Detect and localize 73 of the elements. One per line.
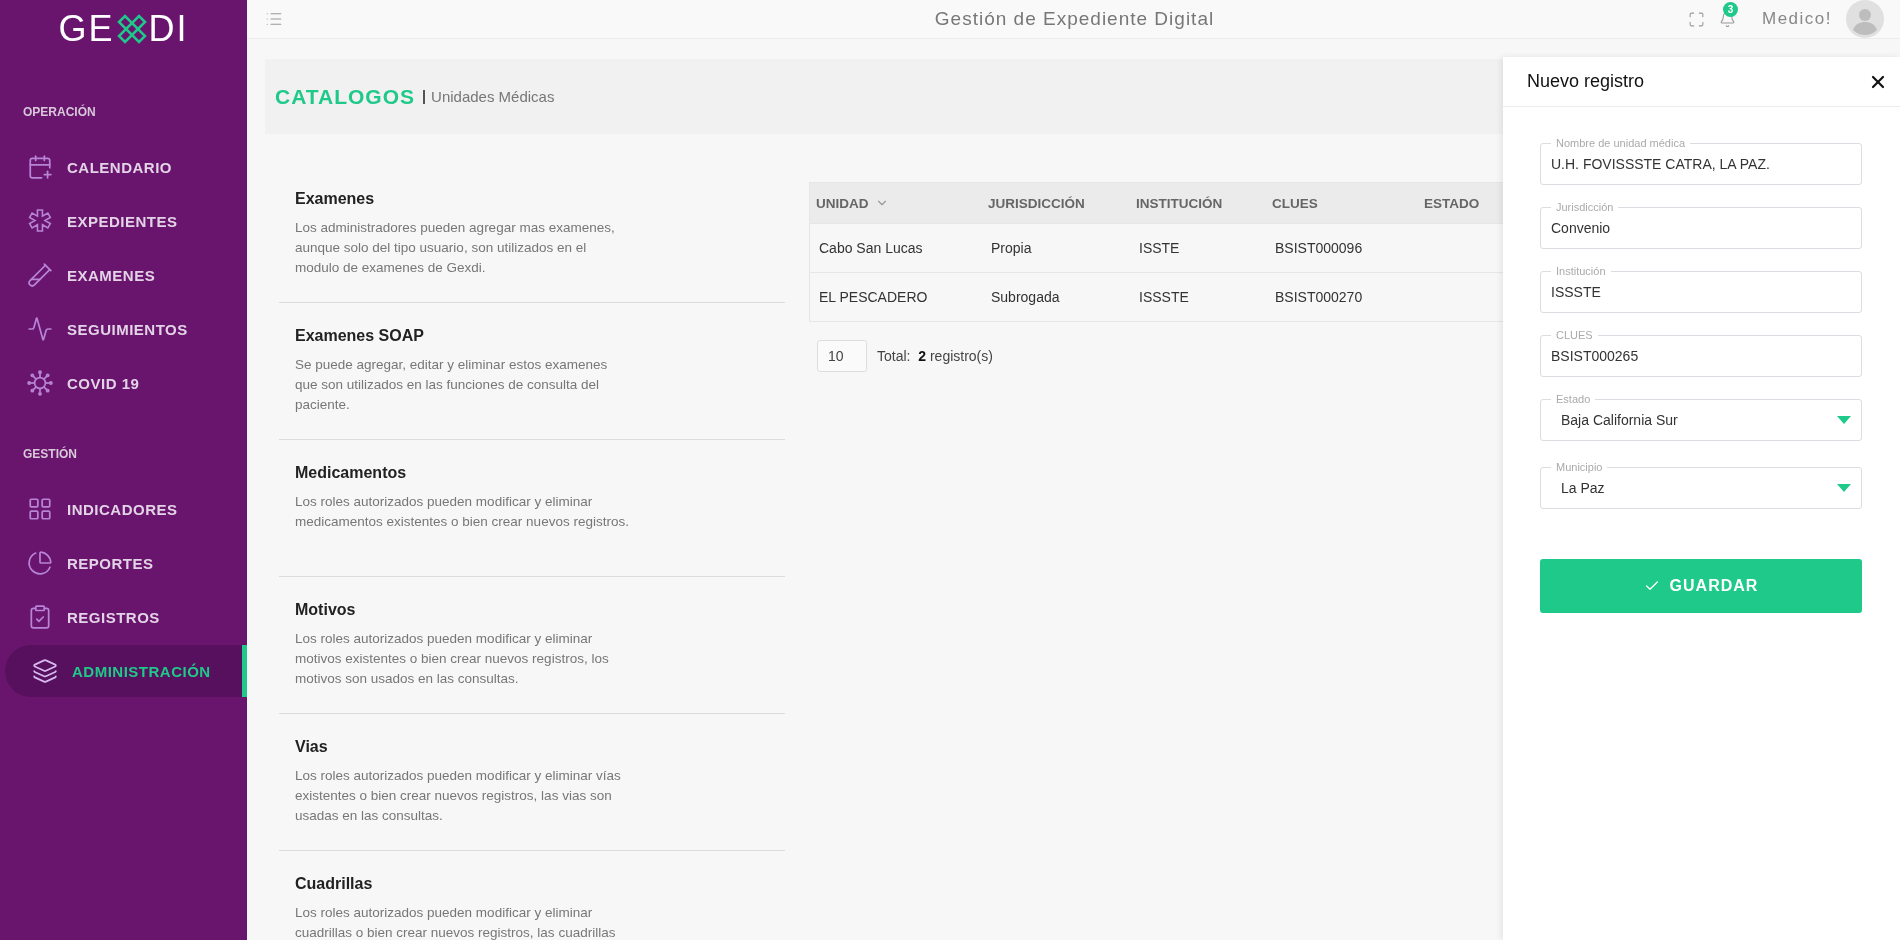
section-title: GESTIÓN: [22, 447, 78, 461]
column-header[interactable]: JURISDICCIÓN: [982, 195, 1130, 211]
dropdown-caret-icon: [1837, 484, 1851, 492]
app-title: Gestión de Expediente Digital: [934, 8, 1215, 30]
column-header[interactable]: CLUES: [1266, 195, 1418, 211]
sidebar-item-label: REGISTROS: [67, 608, 160, 626]
sidebar-item-label: ADMINISTRACIÓN: [72, 662, 211, 680]
catalog-item[interactable]: Medicamentos Los roles autorizados pueden modificar y eliminar medicamentos existentes o bien crear nuevos registros.: [279, 440, 785, 577]
table-cell-text: Propia: [990, 240, 1033, 256]
sidebar-item[interactable]: EXPEDIENTES: [5, 195, 247, 247]
catalog-name: Vias: [295, 738, 329, 756]
table-cell-text: Subrogada: [990, 289, 1061, 305]
catalog-name: Examenes: [295, 190, 376, 208]
sidebar-item-label: COVID 19: [67, 374, 140, 392]
table-cell-text: BSIST000270: [1274, 289, 1364, 305]
sidebar-item[interactable]: REPORTES: [5, 537, 247, 589]
catalog-name: Motivos: [295, 601, 357, 619]
virus-icon: [27, 370, 53, 396]
sidebar-item[interactable]: CALENDARIO: [5, 141, 247, 193]
asterisk-icon: [27, 208, 53, 234]
catalog-item[interactable]: Vias Los roles autorizados pueden modificar y eliminar vías existentes o bien crear nuevos registros, las vias son usadas en las consultas.: [279, 714, 785, 851]
layers-icon: [32, 658, 58, 684]
catalog-description: Los roles autorizados pueden modificar y eliminar vías existentes o bien crear nuevos registros, las vias son usadas en las consultas.: [295, 767, 622, 825]
pulse-icon: [27, 316, 53, 342]
catalog-description: Los administradores pueden agregar mas examenes, aunque solo del tipo usuario, son utilizados en el modulo de examenes de Gexdi.: [295, 219, 616, 277]
section-title: OPERACIÓN: [22, 105, 97, 119]
catalog-description: Se puede agregar, editar y eliminar estos examenes que son utilizados en las funciones de consulta del paciente.: [295, 356, 609, 414]
panel-title: Nuevo registro: [1527, 71, 1645, 92]
page-subtitle: Unidades Médicas: [423, 89, 555, 104]
clipboard-icon: [27, 604, 53, 630]
page-title: CATALOGOS: [275, 84, 416, 109]
sidebar-item[interactable]: COVID 19: [5, 357, 247, 409]
sidebar-item-label: REPORTES: [67, 554, 154, 572]
catalog-name: Medicamentos: [295, 464, 408, 482]
total-count: Total: 2 registro(s): [877, 348, 993, 364]
catalog-description: Los roles autorizados pueden modificar y eliminar medicamentos existentes o bien crear nuevos registros.: [295, 493, 630, 531]
catalog-item[interactable]: Motivos Los roles autorizados pueden modificar y eliminar motivos existentes o bien crear nuevos registros, los motivos son usados en las consultas.: [279, 577, 785, 714]
sidebar-item[interactable]: ADMINISTRACIÓN: [5, 645, 247, 697]
column-header[interactable]: INSTITUCIÓN: [1130, 195, 1266, 211]
catalog-item[interactable]: Examenes Los administradores pueden agregar mas examenes, aunque solo del tipo usuario, son utilizados en el modulo de examenes de Gexdi.: [279, 166, 785, 303]
catalog-description: Los roles autorizados pueden modificar y eliminar cuadrillas o bien crear nuevos registros, las cuadrillas: [295, 904, 617, 940]
calendar-icon: [27, 154, 53, 180]
catalog-description: Los roles autorizados pueden modificar y eliminar motivos existentes o bien crear nuevos registros, los motivos son usados en las consultas.: [295, 630, 610, 688]
pie-chart-icon: [27, 550, 53, 576]
sidebar-item[interactable]: SEGUIMIENTOS: [5, 303, 247, 355]
dropdown-caret-icon: [1837, 416, 1851, 424]
sidebar-item-label: CALENDARIO: [67, 158, 172, 176]
page-size-field[interactable]: 10: [817, 340, 867, 372]
sidebar-item-label: SEGUIMIENTOS: [67, 320, 188, 338]
catalog-item[interactable]: Cuadrillas Los roles autorizados pueden modificar y eliminar cuadrillas o bien crear nuevos registros, las cuadrillas: [279, 851, 785, 940]
catalog-item[interactable]: Examenes SOAP Se puede agregar, editar y eliminar estos examenes que son utilizados en las funciones de consulta del paciente.: [279, 303, 785, 440]
fullscreen-icon[interactable]: [1688, 10, 1705, 28]
catalog-name: Cuadrillas: [295, 875, 374, 893]
catalog-name: Examenes SOAP: [295, 327, 425, 345]
menu-icon[interactable]: [265, 10, 283, 28]
table-cell-text: ISSTE: [1138, 240, 1181, 256]
sidebar-item[interactable]: REGISTROS: [5, 591, 247, 643]
column-header[interactable]: UNIDAD: [810, 195, 982, 211]
test-tube-icon: [27, 262, 53, 288]
notification-badge: 3: [1723, 1, 1738, 17]
sidebar-item-label: EXPEDIENTES: [67, 212, 178, 230]
table-cell-text: EL PESCADERO: [818, 289, 929, 305]
table-cell-text: Cabo San Lucas: [818, 240, 924, 256]
table-cell-text: ISSSTE: [1138, 289, 1190, 305]
grid-icon: [27, 496, 53, 522]
logo-text: DI: [148, 7, 189, 50]
sidebar-item[interactable]: EXAMENES: [5, 249, 247, 301]
sidebar-item-label: EXAMENES: [67, 266, 156, 284]
sidebar-item-label: INDICADORES: [67, 500, 178, 518]
avatar-icon[interactable]: [1846, 0, 1884, 38]
logo-text: GE: [58, 7, 115, 50]
table-cell-text: BSIST000096: [1274, 240, 1364, 256]
sidebar-item[interactable]: INDICADORES: [5, 483, 247, 535]
